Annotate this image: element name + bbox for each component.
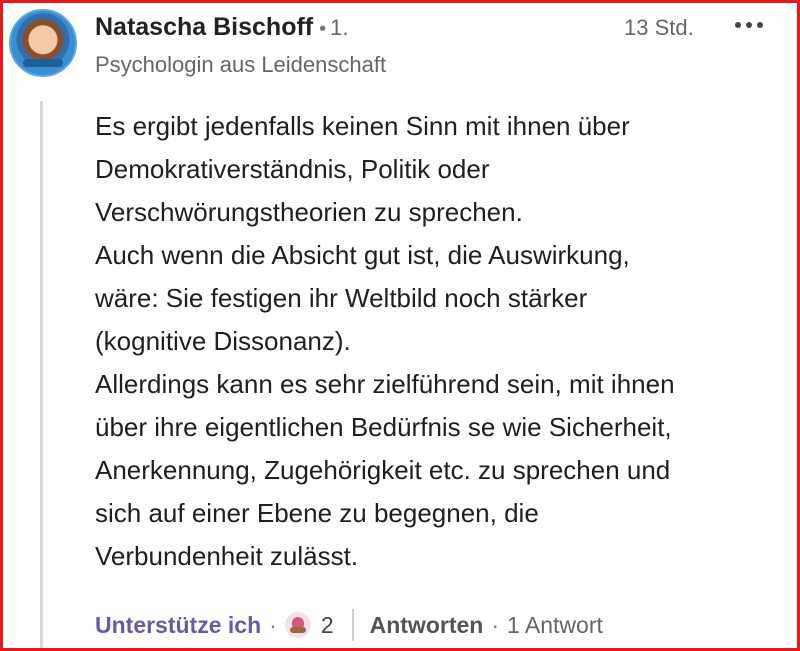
comment-frame: Natascha Bischoff • 1. 13 Std. Psychologin… [0,0,800,651]
comment-body-line: wäre: Sie festigen ihr Weltbild noch stä… [95,283,588,313]
comment-body-line: Auch wenn die Absicht gut ist, die Auswi… [95,240,630,270]
author-avatar[interactable] [9,9,77,77]
comment-body-line: Anerkennung, Zugehörigkeit etc. zu sprec… [95,455,671,485]
author-separator: • [319,18,327,40]
comment-body-line: Allerdings kann es sehr zielführend sein… [95,369,675,399]
author-line: Natascha Bischoff • 1. [95,13,349,42]
author-name[interactable]: Natascha Bischoff [95,13,313,41]
comment-timestamp: 13 Std. [624,15,694,40]
replies-link[interactable]: 1 Antwort [507,612,603,639]
comment-body: Es ergibt jedenfalls keinen Sinn mit ihn… [95,105,785,578]
comment-body-line: sich auf einer Ebene zu begegnen, die [95,498,539,528]
support-button[interactable]: Unterstütze ich [95,612,261,639]
action-separator: · [491,611,499,638]
action-divider [351,609,354,641]
support-reaction-icon[interactable] [284,612,311,638]
more-options-icon[interactable] [725,9,773,41]
reaction-count[interactable]: 2 [321,612,334,639]
comment-body-line: Verbundenheit zulässt. [95,541,359,571]
comment-body-line: Es ergibt jedenfalls keinen Sinn mit ihn… [95,111,630,141]
comment-body-line: über ihre eigentlichen Bedürfnis se wie … [95,412,672,442]
comment-body-line: (kognitive Dissonanz). [95,326,351,356]
avatar-badge [23,59,63,67]
comment-actions: Unterstütze ich · 2 Antworten · 1 Antwor… [95,607,603,643]
comment-body-line: Verschwörungstheorien zu sprechen. [95,197,523,227]
author-headline: Psychologin aus Leidenschaft [95,52,387,77]
thread-line [40,101,43,648]
connection-degree: 1. [330,15,349,40]
comment-body-line: Demokrativerständnis, Politik oder [95,154,490,184]
reply-button[interactable]: Antworten [370,612,484,639]
action-separator: · [269,611,277,638]
